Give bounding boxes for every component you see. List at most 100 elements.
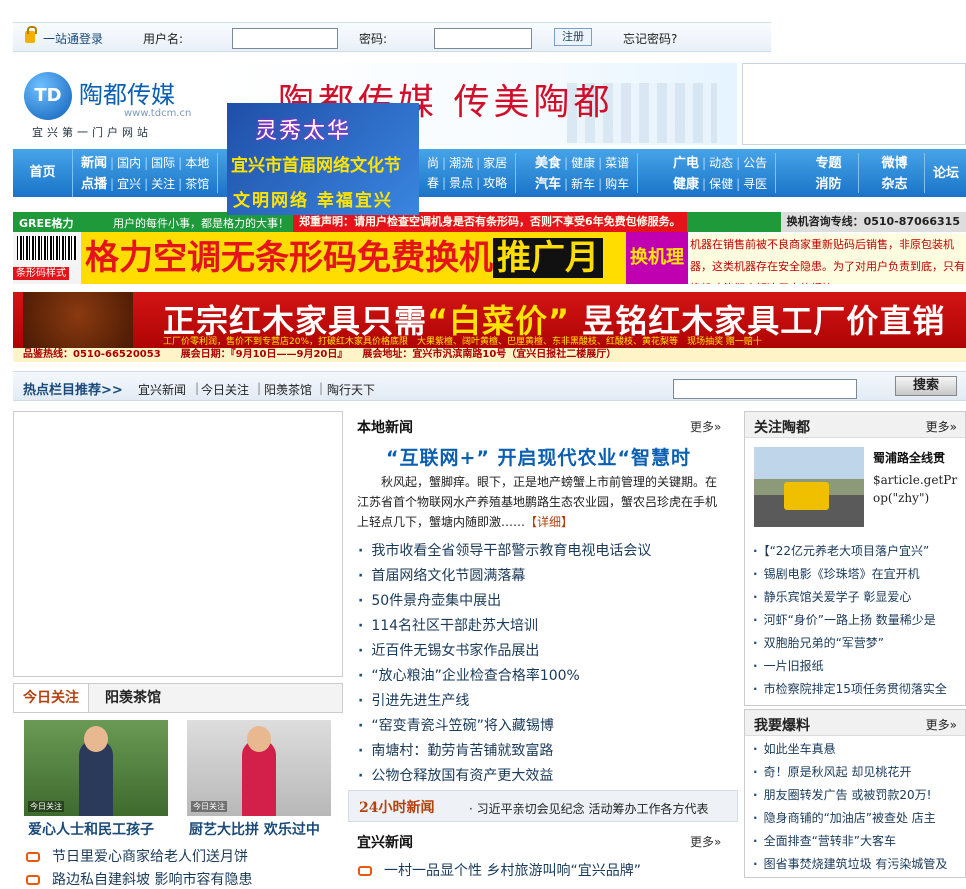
road-construction-image[interactable] — [754, 447, 864, 527]
password-label: 密码: — [359, 32, 388, 46]
sso-login-link[interactable]: 一站通登录 — [43, 30, 103, 47]
list-item[interactable]: 近百件无锡女书家作品展出 — [358, 640, 539, 660]
nav-doctor[interactable]: 寻医 — [743, 177, 767, 191]
list-item[interactable]: 引进先进生产线 — [358, 690, 469, 710]
nav-health2[interactable]: 健康 — [673, 177, 699, 192]
thumb-caption[interactable]: 厨艺大比拼 欢乐过中 — [189, 819, 320, 839]
list-item[interactable]: 全面排查“营转非”大客车 — [753, 832, 896, 849]
nav-teahouse[interactable]: 茶馆 — [185, 177, 209, 191]
gree-hotline: 换机咨询专线：0510-87066315 — [780, 212, 966, 232]
list-item[interactable]: 首届网络文化节圆满落幕 — [358, 565, 525, 585]
nav-yixing[interactable]: 宜兴 — [117, 177, 141, 191]
nav-travel[interactable]: 春 — [427, 176, 439, 190]
nav-fire[interactable]: 消防 — [815, 177, 841, 192]
nav-fashion[interactable]: 尚 — [427, 156, 439, 170]
list-item[interactable]: 节日里爱心商家给老人们送月饼 — [26, 846, 248, 866]
nav-broadcast[interactable]: 广电 — [673, 156, 699, 171]
password-input[interactable] — [434, 28, 532, 49]
nav-auto[interactable]: 汽车 — [535, 177, 561, 192]
furniture-species: 大果紫檀、阔叶黄檀、巴厘黄檀、东非黑酸枝、红酸枝、黄花梨等 — [417, 337, 679, 347]
nav-home-decor[interactable]: 家居 — [483, 156, 507, 170]
nav-updates[interactable]: 动态 — [709, 156, 733, 170]
list-item[interactable]: 如此坐车真悬 — [753, 740, 836, 757]
list-item[interactable]: 【“22亿元养老大项目落户宜兴” — [753, 542, 930, 559]
list-item[interactable]: 路边私自建斜坡 影响市容有隐患 — [26, 869, 252, 889]
nav-buy-car[interactable]: 购车 — [605, 177, 629, 191]
nav-scenic[interactable]: 景点 — [449, 176, 473, 190]
register-button[interactable]: 注册 — [554, 28, 592, 46]
thumb-volunteer[interactable]: 今日关注 — [24, 720, 168, 816]
nav-guides[interactable]: 攻略 — [483, 176, 507, 190]
floating-ad[interactable]: 灵秀太华 宜兴市首届网络文化节 文明网络 幸福宜兴 — [227, 103, 419, 215]
username-label: 用户名: — [143, 32, 184, 46]
24h-news-item[interactable]: · 习近平亲切会见纪念 活动筹办工作各方代表 — [469, 800, 708, 817]
nav-group-broadcast: 广电 | 动态 | 公告 健康 | 保健 | 寻医 — [665, 153, 777, 193]
nav-notices[interactable]: 公告 — [743, 156, 767, 170]
nav-vod[interactable]: 点播 — [81, 177, 107, 192]
headline-link[interactable]: “互联网+” 开启现代农业“智慧时 — [386, 443, 691, 470]
nav-new-cars[interactable]: 新车 — [571, 177, 595, 191]
nav-trend[interactable]: 潮流 — [449, 156, 473, 170]
tab-teahouse[interactable]: 阳羡茶馆 — [96, 684, 170, 712]
furniture-footer: 品鉴热线：0510-66520053 展会日期：『9月10日——9月20日』 展… — [13, 348, 966, 362]
report-more[interactable]: 更多» — [926, 716, 957, 733]
gree-ad-banner[interactable]: GREE格力 用户的每件小事，都是格力的大事！ 郑重声明：请用户检查空调机身是否… — [13, 212, 966, 284]
follow-more[interactable]: 更多» — [926, 418, 957, 435]
username-input[interactable] — [232, 28, 338, 49]
list-item[interactable]: 市检察院排定15项任务贯彻落实全 — [753, 680, 947, 697]
furniture-ad-banner[interactable]: 正宗红木家具只需“白菜价” 昱铭红木家具工厂价直销惠 工厂价零利润，售价不到专营… — [13, 292, 966, 362]
list-item[interactable]: 图省事焚烧建筑垃圾 有污染城管及 — [753, 855, 948, 872]
list-item[interactable]: 静乐宾馆关爱学子 彰显爱心 — [753, 588, 912, 605]
nav-international[interactable]: 国际 — [151, 156, 175, 170]
list-item[interactable]: 隐身商铺的“加油店”被查处 店主 — [753, 809, 936, 826]
barcode-label: 条形码样式 — [13, 267, 69, 280]
local-news-more[interactable]: 更多» — [690, 418, 721, 435]
nav-recipes[interactable]: 菜谱 — [605, 156, 629, 170]
list-item[interactable]: 河虾“身价”一路上扬 数量稀少是 — [753, 611, 936, 628]
site-logo[interactable]: TD 陶都传媒 www.tdcm.cn 宜兴第一门户网站 — [24, 72, 214, 142]
nav-news[interactable]: 新闻 — [81, 156, 107, 171]
nav-food[interactable]: 美食 — [535, 156, 561, 171]
nav-health[interactable]: 健康 — [571, 156, 595, 170]
thumb-cooking[interactable]: 今日关注 — [187, 720, 331, 816]
list-item[interactable]: “放心粮油”企业检查合格率100% — [358, 665, 580, 685]
gree-desc: 机器在销售前被不良商家重新贴码后销售，非原包装机器，这类机器存在安全隐患。为了对… — [690, 234, 966, 284]
nav-home[interactable]: 首页 — [13, 149, 73, 197]
list-item[interactable]: 奇！原是秋风起 却见桃花开 — [753, 763, 912, 780]
site-search-button[interactable]: 搜索 — [895, 376, 957, 396]
hot-link-yixing-news[interactable]: 宜兴新闻 — [138, 381, 186, 398]
nav-local[interactable]: 本地 — [185, 156, 209, 170]
list-item[interactable]: 朋友圈转发广告 或被罚款20万! — [753, 786, 932, 803]
24h-title: 24小时新闻 — [359, 800, 435, 816]
hot-link-tao-world[interactable]: 陶行天下 — [327, 381, 375, 398]
tab-today-focus[interactable]: 今日关注 — [14, 684, 89, 712]
nav-care[interactable]: 保健 — [709, 177, 733, 191]
nav-topics[interactable]: 专题 — [815, 156, 841, 171]
site-search-input[interactable] — [673, 379, 857, 399]
forgot-password-link[interactable]: 忘记密码? — [623, 30, 677, 47]
list-item[interactable]: 南塘村：勤劳肯苦铺就致富路 — [358, 740, 553, 760]
yixing-news-more[interactable]: 更多» — [690, 833, 721, 850]
hot-link-today-focus[interactable]: 今日关注 — [201, 381, 249, 398]
list-item[interactable]: 一片旧报纸 — [753, 657, 824, 674]
24h-news-bar: 24小时新闻 · 习近平亲切会见纪念 活动筹办工作各方代表 — [348, 790, 738, 822]
list-item[interactable]: 114名社区干部赴苏大培训 — [358, 615, 538, 635]
nav-magazine[interactable]: 杂志 — [881, 177, 907, 192]
nav-group-forum: 论坛 — [925, 153, 966, 193]
feature-title[interactable]: 蜀浦路全线贯 — [873, 449, 945, 466]
list-item[interactable]: “窑变青瓷斗笠碗”将入藏锡博 — [358, 715, 554, 735]
thumb-caption[interactable]: 爱心人士和民工孩子 — [28, 819, 154, 839]
nav-focus[interactable]: 关注 — [151, 177, 175, 191]
list-item[interactable]: 双胞胎兄弟的“军营梦” — [753, 634, 884, 651]
list-item[interactable]: 锡剧电影《珍珠塔》在宜开机 — [753, 565, 920, 582]
list-item[interactable]: 50件景舟壶集中展出 — [358, 590, 501, 610]
nav-forum[interactable]: 论坛 — [933, 166, 959, 181]
list-item[interactable]: 我市收看全省领导干部警示教育电视电话会议 — [358, 540, 651, 560]
list-item[interactable]: 一村一品显个性 乡村旅游叫响“宜兴品牌” — [358, 860, 641, 880]
login-bar: 一站通登录 用户名: 密码: 注册 忘记密码? — [13, 22, 771, 52]
detail-link[interactable]: 【详细】 — [525, 515, 573, 529]
hot-link-teahouse[interactable]: 阳羡茶馆 — [264, 381, 312, 398]
nav-domestic[interactable]: 国内 — [117, 156, 141, 170]
nav-weibo[interactable]: 微博 — [881, 156, 907, 171]
list-item[interactable]: 公物仓释放国有资产更大效益 — [358, 765, 553, 785]
